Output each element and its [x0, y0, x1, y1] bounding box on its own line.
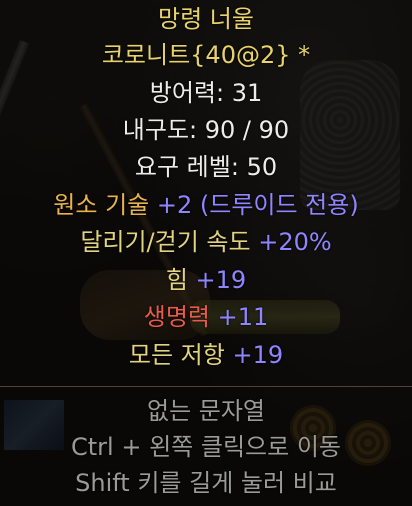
mod-label: 모든 저항 [128, 341, 225, 369]
mod-label: 달리기/걷기 속도 [80, 228, 251, 256]
level-requirement-label: 요구 레벨: [134, 153, 247, 181]
durability-label: 내구도: [122, 116, 205, 144]
defense-value: 31 [231, 79, 263, 107]
shift-compare-hint: Shift 키를 길게 눌러 비교 [75, 469, 337, 497]
mod-strength: 힘 +19 [0, 263, 412, 297]
defense-label: 방어력: [149, 79, 232, 107]
level-requirement-value: 50 [246, 153, 278, 181]
ctrl-click-hint: Ctrl + 왼쪽 클릭으로 이동 [71, 433, 341, 461]
item-tooltip: 망령 너울 코로니트{40@2} * 방어력: 31 내구도: 90 / 90 … [0, 0, 412, 506]
mod-value: +2 (드루이드 전용) [149, 191, 359, 219]
mod-label: 원소 기술 [53, 191, 150, 219]
mod-value: +11 [209, 303, 269, 331]
mod-run-walk-speed: 달리기/걷기 속도 +20% [0, 225, 412, 259]
durability-stat: 내구도: 90 / 90 [0, 113, 412, 147]
mod-elemental-skills: 원소 기술 +2 (드루이드 전용) [0, 188, 412, 222]
item-base-type: 코로니트{40@2} * [101, 41, 311, 69]
mod-value: +19 [224, 341, 284, 369]
mod-life: 생명력 +11 [0, 300, 412, 334]
level-requirement: 요구 레벨: 50 [0, 150, 412, 184]
item-name: 망령 너울 [158, 5, 254, 33]
missing-string-text: 없는 문자열 [146, 397, 266, 425]
mod-value: +19 [187, 266, 247, 294]
mod-label: 힘 [165, 266, 188, 294]
mod-value: +20% [250, 228, 332, 256]
mod-label: 생명력 [143, 303, 210, 331]
mod-all-resistances: 모든 저항 +19 [0, 338, 412, 372]
tooltip-divider [0, 386, 412, 387]
defense-stat: 방어력: 31 [0, 76, 412, 110]
durability-value: 90 / 90 [204, 116, 290, 144]
